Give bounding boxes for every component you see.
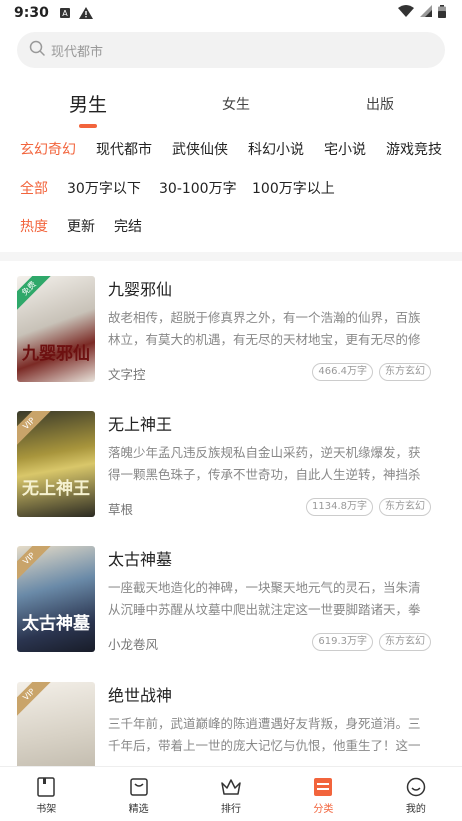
filter-words-over-100w[interactable]: 100万字以上 [252,178,335,198]
profile-icon [406,777,426,797]
book-title: 太古神墓 [108,550,173,569]
notification-app-icon: A [59,7,71,19]
wifi-icon [398,5,414,21]
book-author: 文字控 [108,367,146,382]
word-count-tag: 466.4万字 [312,363,373,381]
book-item[interactable]: 免费 九婴邪仙 九婴邪仙 故老相传，超脱于修真界之外，有一个浩瀚的仙界，百族林立… [0,276,462,396]
cover-title: 太古神墓 [22,614,90,634]
nav-category-label: 分类 [313,804,334,815]
genre-tag: 东方玄幻 [379,498,431,516]
word-count-tag: 619.3万字 [312,633,373,651]
nav-ranking-label: 排行 [221,804,242,815]
nav-bookshelf[interactable]: 书架 [0,767,92,821]
featured-icon [129,778,148,796]
book-description: 落魄少年孟凡违反族规私自金山采药，逆天机缘爆发，获得一颗黑色珠子，传承不世奇功，… [108,445,421,482]
book-cover: VIP 无上神王 [17,411,95,517]
book-cover: VIP 太古神墓 [17,546,95,652]
sort-filter-row: 热度 更新 完结 [0,216,462,240]
book-description: 故老相传，超脱于修真界之外，有一个浩瀚的仙界，百族林立，有莫大的机遇，有无尽的天… [108,310,421,347]
book-author: 草根 [108,502,134,517]
search-bar[interactable]: 现代都市 [17,32,445,68]
tab-female-label: 女生 [222,97,250,113]
filter-words-all[interactable]: 全部 [20,178,48,198]
book-cover: 免费 九婴邪仙 [17,276,95,382]
active-tab-indicator [79,124,97,128]
book-item[interactable]: VIP 太古神墓 太古神墓 一座截天地造化的神碑，一块聚天地元气的灵石，当朱清从… [0,546,462,666]
status-bar: 9:30 A [0,0,462,26]
book-tags: 619.3万字 东方玄幻 [312,633,431,651]
warning-icon [78,7,93,19]
search-placeholder: 现代都市 [51,44,104,60]
cover-title: 九婴邪仙 [22,344,90,364]
filter-category-urban[interactable]: 现代都市 [96,139,152,159]
filter-words-under-30w[interactable]: 30万字以下 [67,178,141,198]
category-filter-row: 玄幻奇幻 现代都市 武侠仙侠 科幻小说 宅小说 游戏竞技 [0,139,462,163]
search-icon [29,40,45,60]
word-count-filter-row: 全部 30万字以下 30-100万字 100万字以上 [0,178,462,202]
filter-category-wuxia[interactable]: 武侠仙侠 [172,139,228,159]
crown-icon [221,779,241,795]
vip-badge: VIP [17,411,52,447]
filter-sort-updated[interactable]: 更新 [67,216,95,236]
book-title: 九婴邪仙 [108,280,173,299]
tab-publish-label: 出版 [366,97,394,113]
nav-bookshelf-label: 书架 [36,804,57,815]
filter-words-30-100w[interactable]: 30-100万字 [159,178,237,198]
bookshelf-icon [37,777,55,797]
category-icon [314,778,333,796]
status-time: 9:30 [14,5,49,21]
book-tags: 466.4万字 东方玄幻 [312,363,431,381]
genre-tag: 东方玄幻 [379,633,431,651]
book-title: 绝世战神 [108,686,173,705]
nav-featured[interactable]: 精选 [92,767,184,821]
genre-tag: 东方玄幻 [379,363,431,381]
nav-featured-label: 精选 [128,804,149,815]
nav-profile[interactable]: 我的 [370,767,462,821]
nav-ranking[interactable]: 排行 [185,767,277,821]
bottom-navigation: 书架 精选 排行 分类 我的 [0,766,462,821]
word-count-tag: 1134.8万字 [306,498,373,516]
book-description: 一座截天地造化的神碑，一块聚天地元气的灵石，当朱清从沉睡中苏醒从坟墓中爬出就注定… [108,580,421,617]
book-tags: 1134.8万字 东方玄幻 [306,498,431,516]
tab-publish[interactable]: 出版 [330,94,430,114]
filter-category-scifi[interactable]: 科幻小说 [248,139,304,159]
tab-male[interactable]: 男生 [38,90,138,128]
filter-sort-completed[interactable]: 完结 [114,216,142,236]
book-item[interactable]: VIP 无上神王 无上神王 落魄少年孟凡违反族规私自金山采药，逆天机缘爆发，获得… [0,411,462,531]
book-title: 无上神王 [108,415,173,434]
tab-female[interactable]: 女生 [186,94,286,114]
book-description: 三千年前，武道巅峰的陈逍遭遇好友背叛，身死道消。三千年后，带着上一世的庞大记忆与… [108,716,421,753]
filter-category-game[interactable]: 游戏竞技 [386,139,442,159]
book-author: 小龙卷风 [108,637,159,652]
vip-badge: VIP [17,682,52,718]
svg-text:A: A [62,9,68,18]
battery-icon [438,4,446,22]
nav-profile-label: 我的 [405,804,426,815]
filter-category-otaku[interactable]: 宅小说 [324,139,366,159]
filter-sort-popularity[interactable]: 热度 [20,216,48,236]
cover-title: 无上神王 [22,479,90,499]
filter-category-fantasy[interactable]: 玄幻奇幻 [20,139,76,159]
cell-signal-icon [420,5,432,21]
tab-male-label: 男生 [68,94,107,116]
section-divider [0,252,462,261]
nav-category[interactable]: 分类 [277,767,369,821]
gender-tabs: 男生 女生 出版 [0,86,462,128]
free-badge: 免费 [17,276,52,312]
vip-badge: VIP [17,546,52,582]
